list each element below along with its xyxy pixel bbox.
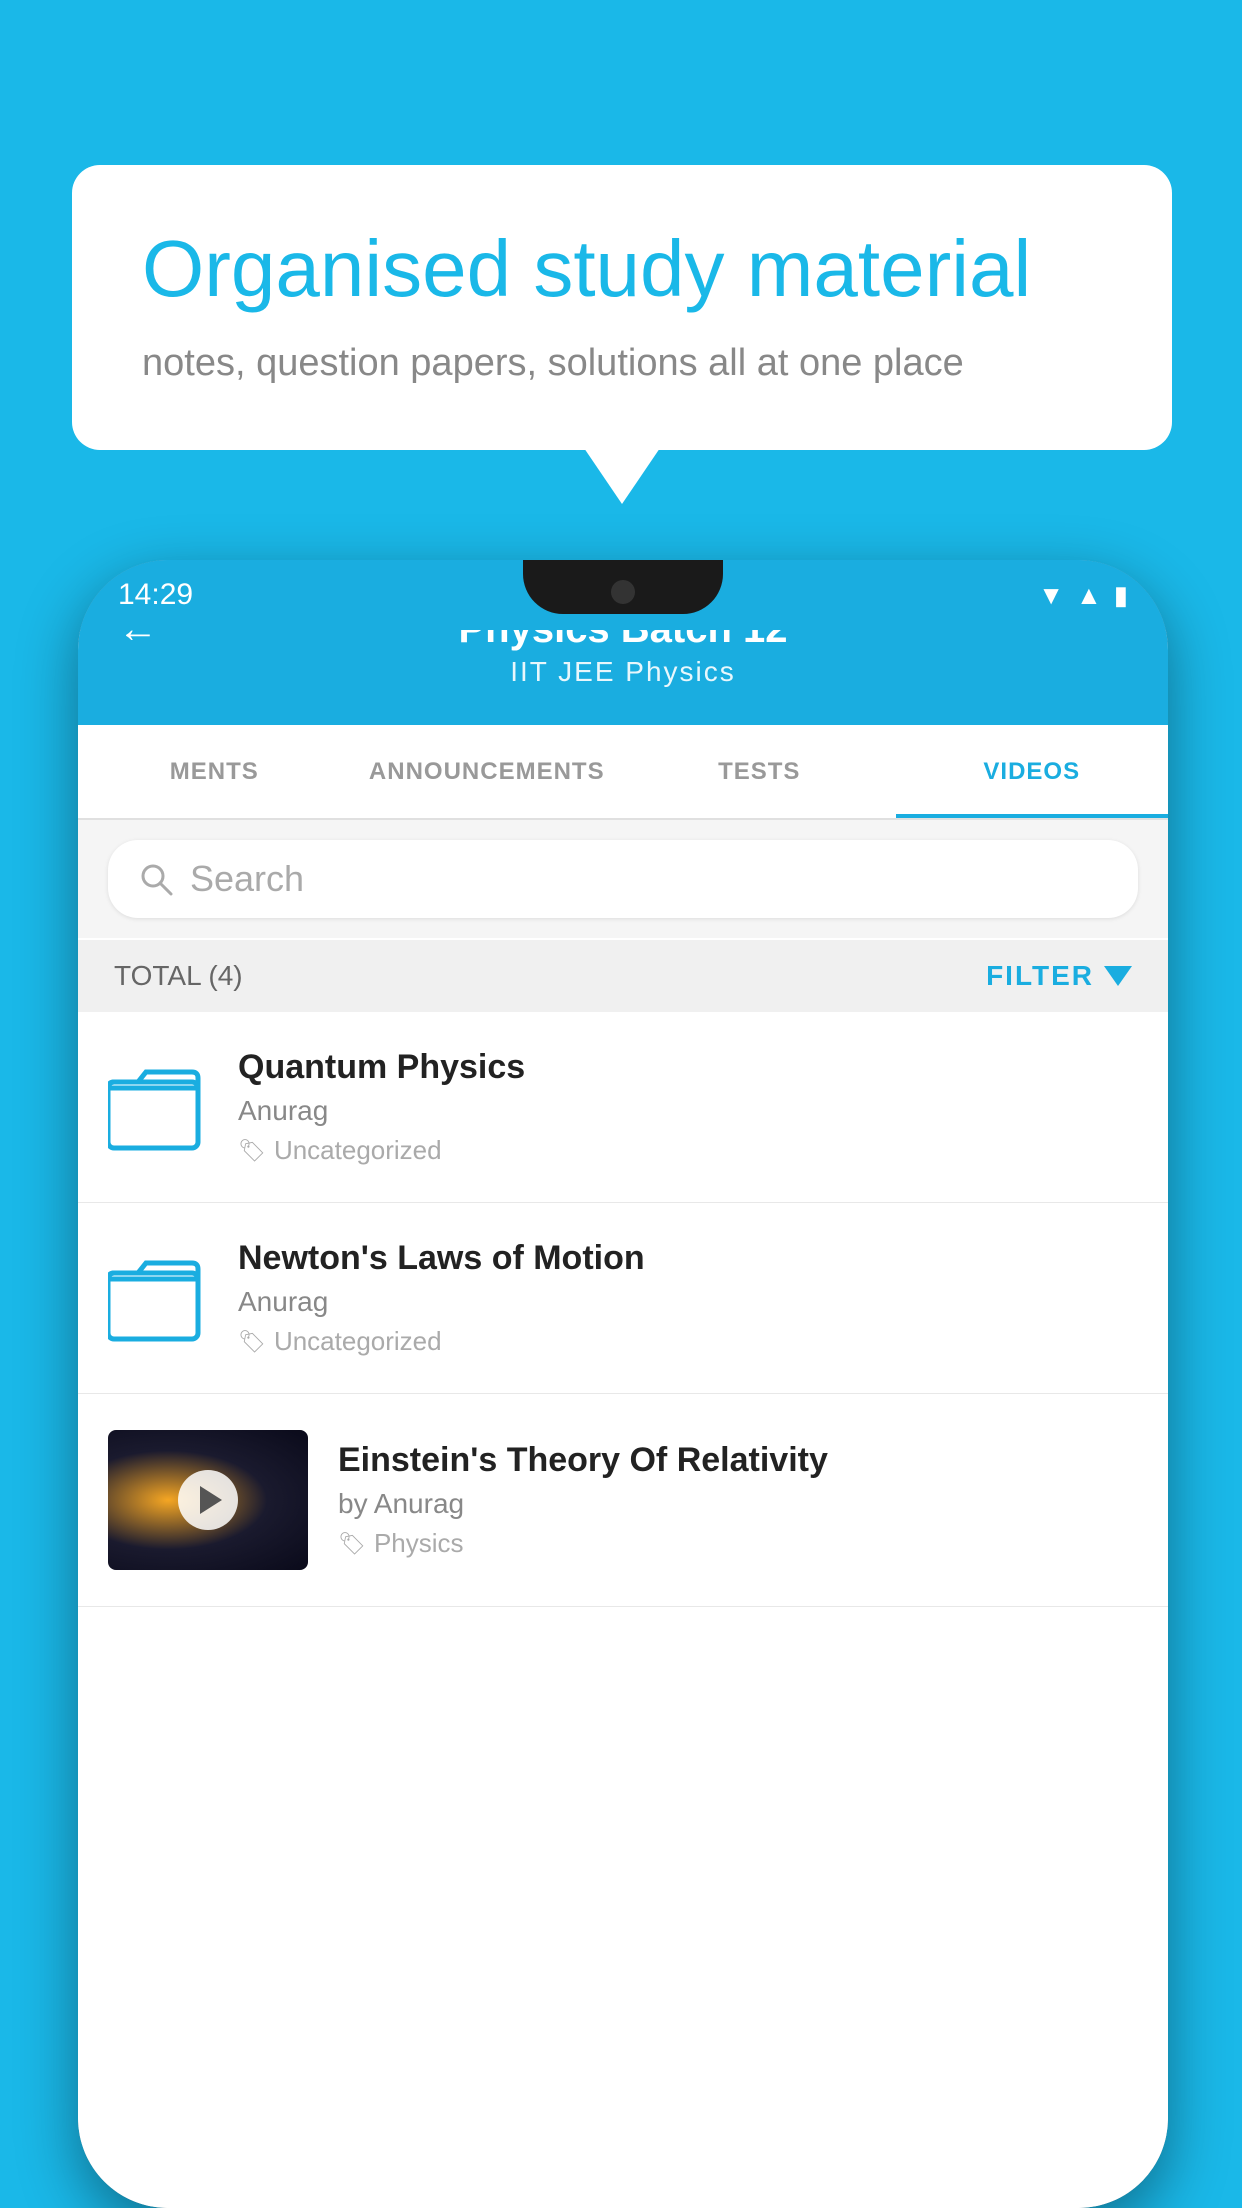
video-author: Anurag [238, 1095, 1138, 1127]
phone-frame: 14:29 ▼ ▲ ▮ ← Physics Batch 12 IIT JEE P… [78, 560, 1168, 2208]
search-bar-wrapper: Search [78, 820, 1168, 938]
tag-icon: 🏷 [238, 1138, 266, 1164]
video-author: by Anurag [338, 1488, 1138, 1520]
status-time: 14:29 [118, 578, 193, 612]
video-list: Quantum Physics Anurag 🏷 Uncategorized N… [78, 1012, 1168, 2208]
tab-announcements[interactable]: ANNOUNCEMENTS [351, 725, 624, 818]
video-info: Quantum Physics Anurag 🏷 Uncategorized [238, 1048, 1138, 1166]
tab-ments[interactable]: MENTS [78, 725, 351, 818]
video-title: Newton's Laws of Motion [238, 1239, 1138, 1278]
video-author: Anurag [238, 1286, 1138, 1318]
play-icon [200, 1486, 222, 1514]
filter-bar: TOTAL (4) FILTER [78, 940, 1168, 1012]
wifi-icon: ▼ [1038, 580, 1064, 611]
list-item[interactable]: Quantum Physics Anurag 🏷 Uncategorized [78, 1012, 1168, 1203]
tab-tests[interactable]: TESTS [623, 725, 896, 818]
battery-icon: ▮ [1114, 580, 1128, 611]
video-tag: 🏷 Uncategorized [238, 1326, 1138, 1357]
search-input-wrap[interactable]: Search [108, 840, 1138, 918]
speech-bubble-card: Organised study material notes, question… [72, 165, 1172, 450]
tag-icon: 🏷 [338, 1531, 366, 1557]
video-tag: 🏷 Physics [338, 1528, 1138, 1559]
folder-icon [108, 1253, 208, 1343]
header-subtitle: IIT JEE Physics [510, 656, 736, 688]
bubble-title: Organised study material [142, 225, 1102, 313]
video-info: Einstein's Theory Of Relativity by Anura… [338, 1441, 1138, 1559]
phone-notch [523, 560, 723, 614]
status-icons: ▼ ▲ ▮ [1038, 580, 1128, 611]
signal-icon: ▲ [1076, 580, 1102, 611]
video-title: Einstein's Theory Of Relativity [338, 1441, 1138, 1480]
folder-icon [108, 1062, 208, 1152]
list-item[interactable]: Newton's Laws of Motion Anurag 🏷 Uncateg… [78, 1203, 1168, 1394]
search-icon [138, 861, 174, 897]
list-item[interactable]: Einstein's Theory Of Relativity by Anura… [78, 1394, 1168, 1607]
tab-videos[interactable]: VIDEOS [896, 725, 1169, 818]
filter-icon [1104, 966, 1132, 986]
video-thumbnail [108, 1430, 308, 1570]
video-title: Quantum Physics [238, 1048, 1138, 1087]
filter-button[interactable]: FILTER [986, 960, 1132, 992]
video-info: Newton's Laws of Motion Anurag 🏷 Uncateg… [238, 1239, 1138, 1357]
phone-screen: 14:29 ▼ ▲ ▮ ← Physics Batch 12 IIT JEE P… [78, 560, 1168, 2208]
search-input[interactable]: Search [190, 858, 304, 900]
front-camera [611, 580, 635, 604]
play-button[interactable] [178, 1470, 238, 1530]
tabs-bar: MENTS ANNOUNCEMENTS TESTS VIDEOS [78, 725, 1168, 820]
tag-icon: 🏷 [238, 1329, 266, 1355]
total-count-label: TOTAL (4) [114, 960, 243, 992]
video-tag: 🏷 Uncategorized [238, 1135, 1138, 1166]
bubble-subtitle: notes, question papers, solutions all at… [142, 337, 1102, 390]
